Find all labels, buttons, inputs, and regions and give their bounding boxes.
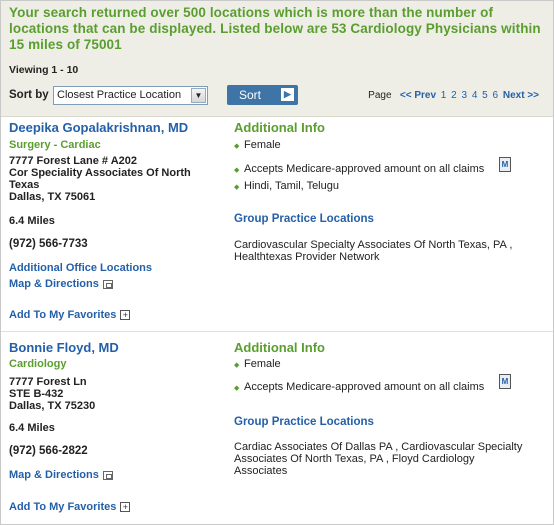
- viewing-range: Viewing 1 - 10: [9, 64, 79, 76]
- map-icon: [102, 470, 113, 480]
- info-item: ◆ Accepts Medicare-approved amount on all…: [234, 163, 484, 175]
- group-practice-line: Cardiac Associates Of Dallas PA , Cardio…: [234, 441, 523, 453]
- info-item: ◆ Accepts Medicare-approved amount on all…: [234, 381, 484, 393]
- group-practice-heading: Group Practice Locations: [234, 416, 374, 428]
- page-link-3[interactable]: 3: [461, 90, 467, 101]
- distance: 6.4 Miles: [9, 422, 55, 434]
- add-favorites-link[interactable]: Add To My Favorites +: [9, 309, 131, 321]
- plus-icon[interactable]: +: [120, 502, 131, 513]
- sort-button-label: Sort: [239, 88, 262, 102]
- bullet-diamond-icon: ◆: [234, 184, 240, 191]
- doctor-address: 7777 Forest Lane # A202 Cor Speciality A…: [9, 155, 191, 203]
- info-text: Female: [244, 139, 281, 151]
- page-link-6[interactable]: 6: [493, 90, 499, 101]
- bullet-diamond-icon: ◆: [234, 362, 240, 369]
- page-link-2[interactable]: 2: [451, 90, 457, 101]
- additional-info-heading: Additional Info: [234, 340, 325, 355]
- prev-page-link[interactable]: << Prev: [400, 90, 436, 101]
- doctor-specialty: Surgery - Cardiac: [9, 139, 101, 151]
- page-link-5[interactable]: 5: [482, 90, 488, 101]
- group-practice-line: Associates Of North Texas, PA , Floyd Ca…: [234, 453, 475, 465]
- map-directions-link[interactable]: Map & Directions: [9, 469, 113, 481]
- add-favorites-link[interactable]: Add To My Favorites +: [9, 501, 131, 513]
- sort-label: Sort by: [9, 89, 49, 101]
- bullet-diamond-icon: ◆: [234, 385, 240, 392]
- results-banner: Your search returned over 500 locations …: [9, 5, 541, 52]
- bullet-diamond-icon: ◆: [234, 167, 240, 174]
- bullet-diamond-icon: ◆: [234, 143, 240, 150]
- info-text: Hindi, Tamil, Telugu: [244, 180, 339, 192]
- group-practice-text: Cardiovascular Specialty Associates Of N…: [234, 239, 512, 263]
- add-favorites-label: Add To My Favorites: [9, 309, 117, 321]
- sort-button[interactable]: Sort ▶: [227, 85, 298, 105]
- address-line: 7777 Forest Ln: [9, 376, 87, 388]
- doctor-specialty: Cardiology: [9, 358, 67, 370]
- address-line: Cor Speciality Associates Of North: [9, 167, 191, 179]
- sort-bar: Sort by Closest Practice Location ▼ Sort…: [9, 85, 545, 107]
- pagination: Page << Prev 1 2 3 4 5 6 Next >>: [368, 90, 539, 101]
- doctor-address: 7777 Forest Ln STE B-432 Dallas, TX 7523…: [9, 376, 95, 412]
- info-text: Female: [244, 358, 281, 370]
- pagination-label: Page: [368, 90, 392, 101]
- additional-office-link[interactable]: Additional Office Locations: [9, 262, 152, 274]
- address-line: Texas: [9, 179, 40, 191]
- address-line: 7777 Forest Lane # A202: [9, 155, 137, 167]
- group-practice-line: Healthtexas Provider Network: [234, 251, 380, 263]
- info-text: Accepts Medicare-approved amount on all …: [244, 163, 485, 175]
- map-directions-link[interactable]: Map & Directions: [9, 278, 113, 290]
- phone-number: (972) 566-2822: [9, 445, 88, 457]
- page-link-1[interactable]: 1: [441, 90, 447, 101]
- info-item: ◆ Female: [234, 358, 281, 370]
- info-item: ◆ Hindi, Tamil, Telugu: [234, 180, 339, 192]
- group-practice-heading: Group Practice Locations: [234, 213, 374, 225]
- medicare-icon: M: [499, 374, 511, 389]
- doctor-record: Bonnie Floyd, MD Cardiology 7777 Forest …: [1, 331, 553, 524]
- address-line: Dallas, TX 75230: [9, 400, 96, 412]
- add-favorites-label: Add To My Favorites: [9, 501, 117, 513]
- doctor-name-link[interactable]: Deepika Gopalakrishnan, MD: [9, 120, 188, 135]
- dropdown-arrow-icon[interactable]: ▼: [191, 88, 206, 103]
- results-header: Your search returned over 500 locations …: [1, 1, 553, 117]
- address-line: STE B-432: [9, 388, 64, 400]
- group-practice-line: Associates: [234, 465, 288, 477]
- group-practice-line: Cardiovascular Specialty Associates Of N…: [234, 239, 513, 251]
- sort-select-value: Closest Practice Location: [57, 89, 182, 101]
- group-practice-text: Cardiac Associates Of Dallas PA , Cardio…: [234, 441, 522, 477]
- search-results-page: Your search returned over 500 locations …: [0, 0, 554, 525]
- map-directions-label: Map & Directions: [9, 469, 99, 481]
- plus-icon[interactable]: +: [120, 310, 131, 321]
- additional-info-heading: Additional Info: [234, 120, 325, 135]
- map-icon: [102, 279, 113, 289]
- doctor-record: Deepika Gopalakrishnan, MD Surgery - Car…: [1, 117, 553, 331]
- distance: 6.4 Miles: [9, 215, 55, 227]
- info-item: ◆ Female: [234, 139, 281, 151]
- address-line: Dallas, TX 75061: [9, 191, 96, 203]
- doctor-name-link[interactable]: Bonnie Floyd, MD: [9, 340, 119, 355]
- medicare-icon: M: [499, 157, 511, 172]
- info-text: Accepts Medicare-approved amount on all …: [244, 381, 485, 393]
- go-arrow-icon: ▶: [281, 88, 294, 101]
- map-directions-label: Map & Directions: [9, 278, 99, 290]
- next-page-link[interactable]: Next >>: [503, 90, 539, 101]
- sort-select[interactable]: Closest Practice Location ▼: [53, 86, 208, 105]
- phone-number: (972) 566-7733: [9, 238, 88, 250]
- page-link-4[interactable]: 4: [472, 90, 478, 101]
